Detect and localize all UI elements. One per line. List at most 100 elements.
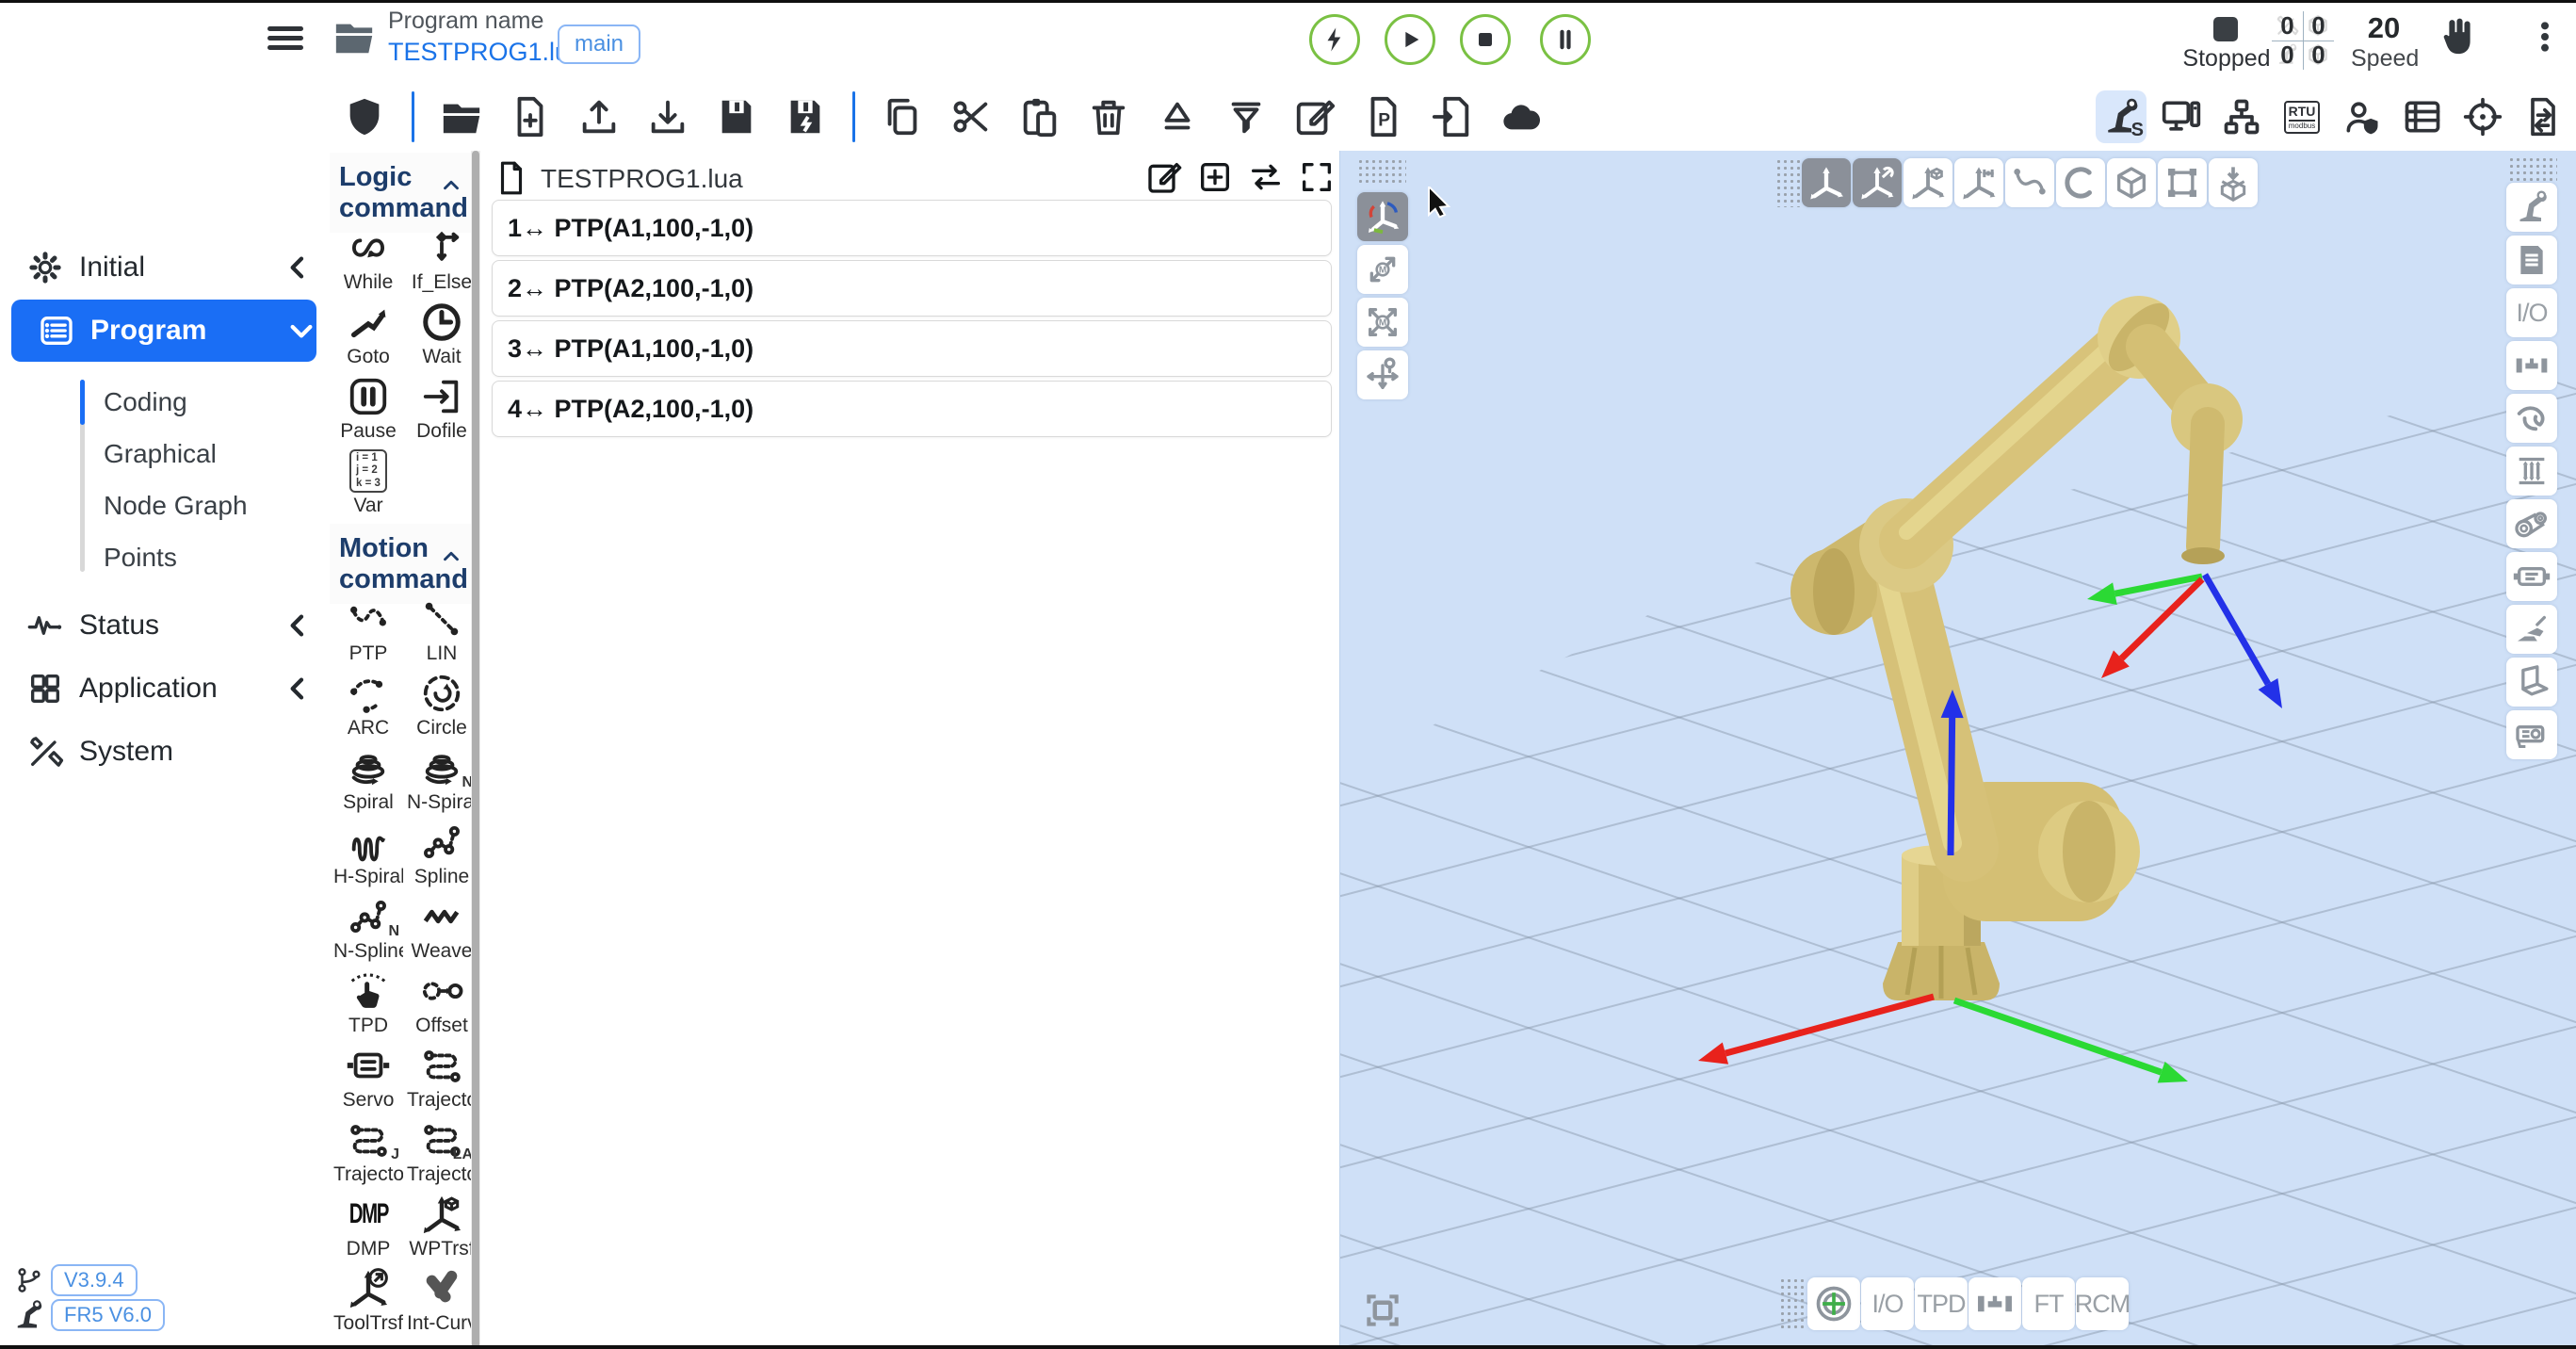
user-admin-button[interactable] xyxy=(2337,90,2388,143)
register-table-button[interactable] xyxy=(2397,90,2448,143)
palette-item-spiral[interactable]: Spiral xyxy=(333,744,403,818)
top-toolbar-drag-handle[interactable] xyxy=(1775,158,1800,207)
bottom-toolbar-drag-handle[interactable] xyxy=(1779,1277,1804,1330)
palette-item-trajectory[interactable]: Trajectory xyxy=(407,1042,477,1115)
robot-arm-model[interactable] xyxy=(1790,293,2243,1000)
palette-item-h-spiral[interactable]: H-Spiral xyxy=(333,819,403,892)
add-line-button[interactable] xyxy=(1196,158,1234,196)
edit-program-button[interactable] xyxy=(1145,158,1183,196)
palette-item-if_else[interactable]: If_Else xyxy=(407,224,477,298)
menu-hamburger-icon[interactable] xyxy=(267,23,303,55)
palette-item-wait[interactable]: Wait xyxy=(407,299,477,372)
stop-button[interactable] xyxy=(1460,14,1511,65)
palette-item-tpd[interactable]: TPD xyxy=(333,967,403,1041)
robot-setup-button[interactable]: S xyxy=(2096,90,2147,143)
palette-item-wptrsf[interactable]: WPTrsf xyxy=(407,1191,477,1264)
tool-program-list-button[interactable] xyxy=(2506,236,2557,284)
fullscreen-button[interactable] xyxy=(1298,158,1336,196)
program-line[interactable]: 2↔ PTP(A2,100,-1,0) xyxy=(492,260,1332,317)
view-locate-pin-button[interactable] xyxy=(1357,350,1408,399)
panel-tpd-button[interactable]: TPD xyxy=(1915,1277,1968,1330)
right-toolbar-drag-handle[interactable] xyxy=(2508,156,2557,181)
tool-laptop-device-button[interactable] xyxy=(2506,658,2557,707)
palette-item-dmp[interactable]: DMPDMP xyxy=(333,1191,403,1264)
palette-item-n-spline[interactable]: NN-Spline xyxy=(333,893,403,967)
file-import-button[interactable] xyxy=(1431,95,1474,138)
palette-item-offset[interactable]: Offset xyxy=(407,967,477,1041)
tool-robot-model-button[interactable] xyxy=(2506,183,2557,232)
tool-io-panel-button[interactable]: I/O xyxy=(2506,288,2557,337)
vp-frame-extaxis-button[interactable] xyxy=(1954,158,2003,207)
folder-open-button[interactable] xyxy=(440,95,483,138)
power-button[interactable] xyxy=(1309,14,1360,65)
palette-item-n-spiral[interactable]: NN-Spiral xyxy=(407,744,477,818)
viewport-3d[interactable]: MM I/O I/OTPDFTRCM Moving in Cartesian s… xyxy=(1339,151,2576,1349)
panel-rcm-button[interactable]: RCM xyxy=(2076,1277,2129,1330)
vp-frame-base-button[interactable] xyxy=(1802,158,1851,207)
tool-controller-card-button[interactable] xyxy=(2506,710,2557,759)
network-button[interactable] xyxy=(2216,90,2267,143)
sidebar-item-status[interactable]: Status xyxy=(0,601,330,650)
filter-button[interactable] xyxy=(1224,95,1268,138)
palette-item-arc[interactable]: ARC xyxy=(333,670,403,743)
tool-gripper-button[interactable] xyxy=(2506,341,2557,390)
tool-weld-torch-button[interactable] xyxy=(2506,605,2557,654)
panel-center-target-button[interactable] xyxy=(1807,1277,1860,1330)
tool-servo-device-button[interactable] xyxy=(2506,552,2557,601)
shield-button[interactable] xyxy=(343,95,386,138)
tool-tool-claw-button[interactable] xyxy=(2506,394,2557,443)
file-new-button[interactable] xyxy=(509,95,552,138)
palette-item-int-curve[interactable]: Int-Curve xyxy=(407,1265,477,1339)
vp-show-path-button[interactable] xyxy=(2005,158,2054,207)
cut-button[interactable] xyxy=(949,95,993,138)
monitor-button[interactable] xyxy=(2156,90,2207,143)
download-button[interactable] xyxy=(646,95,689,138)
reorder-lines-button[interactable] xyxy=(1247,158,1285,196)
program-line[interactable]: 4↔ PTP(A2,100,-1,0) xyxy=(492,381,1332,437)
palette-item-circle[interactable]: Circle xyxy=(407,670,477,743)
software-version-badge[interactable]: V3.9.4 xyxy=(51,1264,138,1296)
panel-io-button[interactable]: I/O xyxy=(1861,1277,1914,1330)
delete-button[interactable] xyxy=(1087,95,1130,138)
palette-section-title[interactable]: Logic command xyxy=(330,153,480,233)
view-move-m-free-button[interactable]: M xyxy=(1357,298,1408,347)
sidebar-item-initial[interactable]: Initial xyxy=(0,243,330,292)
save-as-button[interactable] xyxy=(784,95,827,138)
palette-item-var[interactable]: i = 1j = 2k = 3Var xyxy=(333,447,403,521)
sidebar-subitem-coding[interactable]: Coding xyxy=(104,387,187,417)
sidebar-subitem-points[interactable]: Points xyxy=(104,543,177,573)
vp-show-cube-button[interactable] xyxy=(2107,158,2156,207)
file-transfer-button[interactable] xyxy=(2518,90,2568,143)
sidebar-subitem-graphical[interactable]: Graphical xyxy=(104,439,217,469)
modbus-rtu-button[interactable]: RTUmodbus xyxy=(2276,90,2327,143)
sidebar-item-system[interactable]: System xyxy=(0,727,330,776)
view-move-m-diag-button[interactable]: M xyxy=(1357,245,1408,294)
hand-drag-icon[interactable] xyxy=(2436,11,2479,60)
calibration-button[interactable] xyxy=(2457,90,2508,143)
paste-button[interactable] xyxy=(1018,95,1061,138)
upload-button[interactable] xyxy=(577,95,621,138)
program-file-name[interactable]: TESTPROG1.lua xyxy=(388,38,583,67)
vp-show-circle-button[interactable] xyxy=(2056,158,2105,207)
palette-item-dofile[interactable]: Dofile xyxy=(407,373,477,447)
panel-gripper-toggle-button[interactable] xyxy=(1968,1277,2021,1330)
palette-item-servo[interactable]: Servo xyxy=(333,1042,403,1115)
palette-item-pause[interactable]: Pause xyxy=(333,373,403,447)
left-toolbar-drag-handle[interactable] xyxy=(1357,158,1406,187)
vp-frame-tool-button[interactable] xyxy=(1853,158,1902,207)
cloud-button[interactable] xyxy=(1499,95,1543,138)
vp-frame-wobj-button[interactable] xyxy=(1904,158,1952,207)
sidebar-subitem-node-graph[interactable]: Node Graph xyxy=(104,491,248,521)
eject-button[interactable] xyxy=(1156,95,1199,138)
sidebar-item-application[interactable]: Application xyxy=(0,664,330,713)
edit-file-button[interactable] xyxy=(1293,95,1337,138)
program-line[interactable]: 3↔ PTP(A1,100,-1,0) xyxy=(492,320,1332,377)
palette-item-trajectoryj[interactable]: JTrajectoryJ xyxy=(333,1116,403,1190)
palette-item-tooltrsf[interactable]: ToolTrsf xyxy=(333,1265,403,1339)
viewport-fullscreen-button[interactable] xyxy=(1355,1283,1410,1338)
view-view-axes-button[interactable] xyxy=(1357,192,1408,241)
tool-lift-axis-button[interactable] xyxy=(2506,447,2557,496)
palette-item-lin[interactable]: LIN xyxy=(407,595,477,669)
file-p-button[interactable]: P xyxy=(1362,95,1405,138)
panel-ft-button[interactable]: FT xyxy=(2022,1277,2075,1330)
